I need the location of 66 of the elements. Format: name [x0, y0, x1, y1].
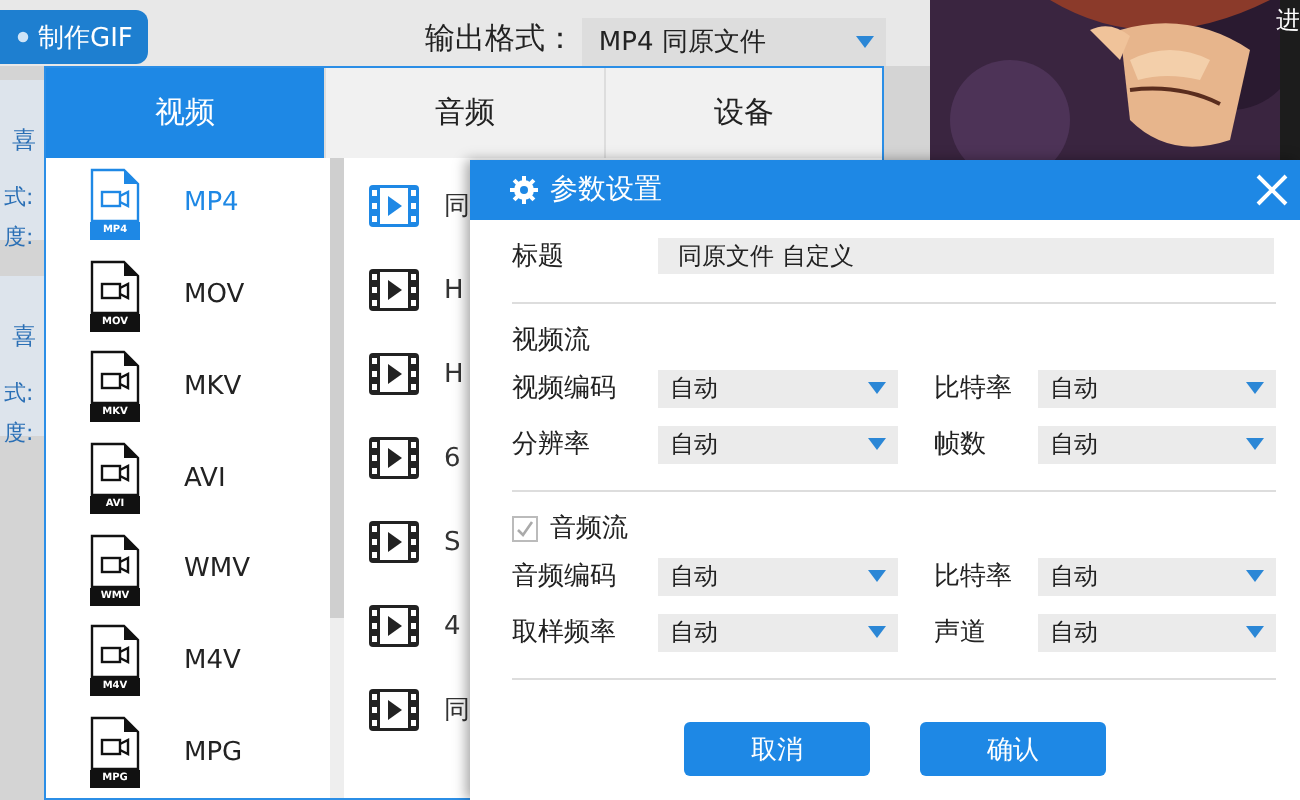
- field-label: 取样频率: [512, 616, 618, 650]
- caret-icon: [868, 626, 886, 638]
- confirm-button[interactable]: 确认: [920, 722, 1106, 776]
- preset-item[interactable]: S: [344, 500, 470, 584]
- caret-icon: [856, 35, 875, 47]
- tab[interactable]: 视频: [46, 68, 325, 158]
- field-label: 分辨率: [512, 428, 592, 462]
- preset-item[interactable]: H: [344, 332, 470, 416]
- dropdown[interactable]: 自动: [658, 369, 898, 407]
- caret-icon: [1246, 438, 1264, 450]
- dot-icon: [16, 30, 30, 44]
- card-title: 喜: [12, 320, 38, 354]
- cancel-button[interactable]: 取消: [684, 722, 870, 776]
- file-icon: [90, 167, 140, 222]
- corner-text: 进: [1276, 4, 1300, 38]
- field-label: 帧数: [934, 428, 988, 462]
- preset-item[interactable]: 6: [344, 416, 470, 500]
- caret-icon: [1246, 382, 1264, 394]
- card-label: 式:: [4, 182, 36, 214]
- file-icon: [90, 259, 140, 314]
- dialog-title: 参数设置: [550, 172, 664, 208]
- film-icon: [368, 184, 420, 228]
- field-label: 声道: [934, 616, 988, 650]
- gif-button[interactable]: 制作GIF: [0, 10, 149, 64]
- card-label: 度:: [4, 222, 36, 254]
- file-icon: [90, 350, 140, 405]
- output-format-label: 输出格式：: [424, 20, 575, 58]
- film-icon: [368, 520, 420, 564]
- film-icon: [368, 268, 420, 312]
- title-field[interactable]: 同原文件 自定义: [658, 238, 1274, 274]
- field-label: 标题: [512, 240, 566, 274]
- caret-icon: [868, 382, 886, 394]
- preset-item[interactable]: 同: [344, 668, 470, 752]
- field-label: 比特率: [934, 372, 1014, 406]
- file-icon: [90, 624, 140, 679]
- film-icon: [368, 436, 420, 480]
- tab[interactable]: 音频: [324, 68, 604, 158]
- close-button[interactable]: [1252, 170, 1292, 210]
- film-icon: [368, 604, 420, 648]
- caret-icon: [1246, 626, 1264, 638]
- caret-icon: [868, 438, 886, 450]
- film-icon: [368, 688, 420, 732]
- field-label: 音频编码: [512, 560, 618, 594]
- caret-icon: [1246, 570, 1264, 582]
- file-icon: [90, 533, 140, 588]
- field-label: 视频编码: [512, 372, 618, 406]
- preset-item[interactable]: 同: [344, 164, 470, 248]
- file-icon: [90, 716, 140, 771]
- card-label: 度:: [4, 418, 36, 450]
- output-format-dropdown[interactable]: MP4 同原文件: [582, 17, 887, 65]
- card-label: 式:: [4, 378, 36, 410]
- file-icon: [90, 442, 140, 497]
- dropdown[interactable]: 自动: [658, 425, 898, 463]
- scrollbar-thumb[interactable]: [330, 158, 344, 618]
- dropdown[interactable]: 自动: [1038, 369, 1276, 407]
- section-heading: 视频流: [512, 324, 590, 358]
- tab[interactable]: 设备: [603, 68, 882, 158]
- caret-icon: [868, 570, 886, 582]
- dropdown[interactable]: 自动: [1038, 425, 1276, 463]
- card-title: 喜: [12, 124, 38, 158]
- preset-item[interactable]: 4: [344, 584, 470, 668]
- film-icon: [368, 352, 420, 396]
- settings-icon: [510, 176, 538, 204]
- preset-item[interactable]: H: [344, 248, 470, 332]
- section-heading: 音频流: [550, 512, 628, 546]
- field-label: 比特率: [934, 560, 1014, 594]
